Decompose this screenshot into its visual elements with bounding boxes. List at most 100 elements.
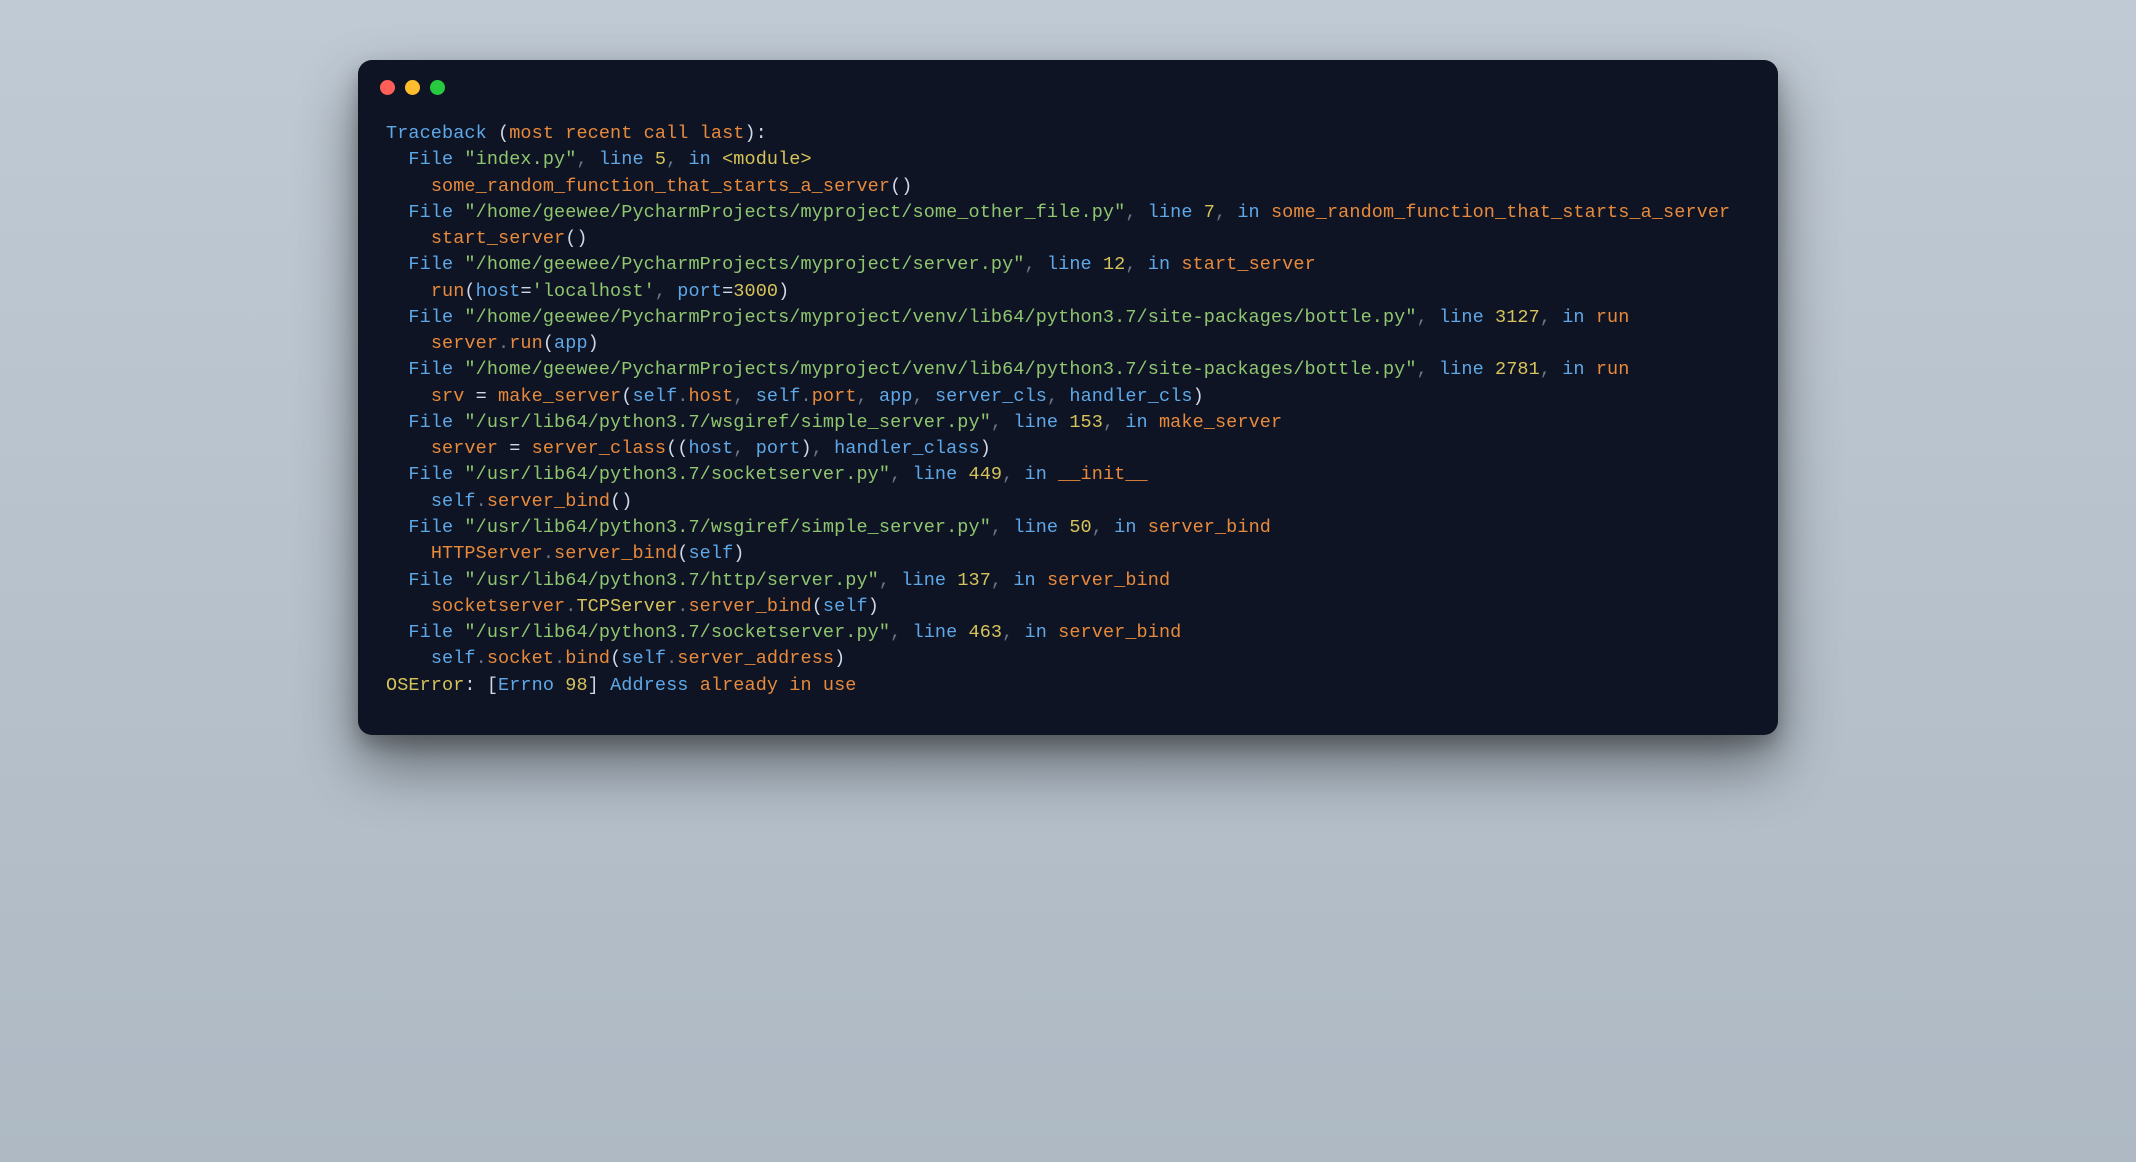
frame-in-label: in xyxy=(1013,570,1047,591)
code-token: 'localhost' xyxy=(532,281,655,302)
code-token: port xyxy=(812,386,857,407)
code-token: . xyxy=(543,543,554,564)
code-token: ) xyxy=(980,438,991,459)
code-token: . xyxy=(498,333,509,354)
frame-line-label: line xyxy=(913,464,969,485)
code-token: srv xyxy=(431,386,476,407)
frame-line-number: 153 xyxy=(1069,412,1103,433)
code-token: , xyxy=(1047,386,1069,407)
frame-location: run xyxy=(1596,307,1630,328)
code-token: ( xyxy=(610,648,621,669)
code-token: . xyxy=(801,386,812,407)
paren: ( xyxy=(498,123,509,144)
code-token: self xyxy=(431,648,476,669)
code-token: ( xyxy=(677,543,688,564)
frame-line-label: line xyxy=(599,149,655,170)
code-token: server_class xyxy=(532,438,666,459)
code-token: , xyxy=(733,386,755,407)
code-token: () xyxy=(610,491,632,512)
window-titlebar xyxy=(358,60,1778,103)
frame-line-label: line xyxy=(913,622,969,643)
comma: , xyxy=(1540,359,1562,380)
frame-location: <module> xyxy=(722,149,812,170)
terminal-window: Traceback (most recent call last): File … xyxy=(358,60,1778,735)
frame-line-number: 449 xyxy=(969,464,1003,485)
comma: , xyxy=(1215,202,1237,223)
frame-file-path: "/home/geewee/PycharmProjects/myproject/… xyxy=(464,254,1024,275)
frame-line-label: line xyxy=(1148,202,1204,223)
comma: , xyxy=(991,517,1013,538)
code-token: . xyxy=(565,596,576,617)
frame-line-label: line xyxy=(1013,412,1069,433)
frame-location: some_random_function_that_starts_a_serve… xyxy=(1271,202,1730,223)
frame-in-label: in xyxy=(1125,412,1159,433)
paren: ): xyxy=(744,123,766,144)
frame-in-label: in xyxy=(1114,517,1148,538)
maximize-icon[interactable] xyxy=(430,80,445,95)
code-token: app xyxy=(554,333,588,354)
frame-line-number: 50 xyxy=(1069,517,1091,538)
comma: , xyxy=(1125,254,1147,275)
comma: , xyxy=(890,464,912,485)
code-token: ) xyxy=(801,438,812,459)
frame-line-number: 5 xyxy=(655,149,666,170)
comma: , xyxy=(666,149,688,170)
frame-location: server_bind xyxy=(1058,622,1181,643)
frame-line-label: line xyxy=(1439,359,1495,380)
traceback-recent: most recent call last xyxy=(509,123,744,144)
code-token: self xyxy=(632,386,677,407)
code-token: host xyxy=(476,281,521,302)
code-token: HTTPServer xyxy=(431,543,543,564)
code-token: server_address xyxy=(677,648,834,669)
colon: : xyxy=(464,675,486,696)
code-token: host xyxy=(688,386,733,407)
code-token: port xyxy=(677,281,722,302)
code-token: self xyxy=(823,596,868,617)
code-token: handler_class xyxy=(834,438,980,459)
traceback-header: Traceback xyxy=(386,123,498,144)
comma: , xyxy=(1417,307,1439,328)
code-token: ) xyxy=(1193,386,1204,407)
code-token: start_server xyxy=(431,228,565,249)
code-token: TCPServer xyxy=(576,596,677,617)
frame-in-label: in xyxy=(1562,359,1596,380)
code-token: ) xyxy=(834,648,845,669)
code-token: ) xyxy=(778,281,789,302)
code-token: ) xyxy=(868,596,879,617)
frame-file-label: File xyxy=(408,622,464,643)
code-token: server xyxy=(431,333,498,354)
code-token: = xyxy=(509,438,531,459)
frame-file-path: "/usr/lib64/python3.7/http/server.py" xyxy=(464,570,878,591)
code-token: ( xyxy=(543,333,554,354)
comma: , xyxy=(1103,412,1125,433)
code-token: host xyxy=(688,438,733,459)
frame-file-path: "/usr/lib64/python3.7/socketserver.py" xyxy=(464,464,890,485)
frame-line-label: line xyxy=(1013,517,1069,538)
code-token: () xyxy=(890,176,912,197)
code-token: self xyxy=(688,543,733,564)
frame-line-number: 3127 xyxy=(1495,307,1540,328)
code-token: 3000 xyxy=(733,281,778,302)
comma: , xyxy=(1002,622,1024,643)
frame-location: make_server xyxy=(1159,412,1282,433)
code-token: ) xyxy=(733,543,744,564)
frame-line-label: line xyxy=(1047,254,1103,275)
frame-in-label: in xyxy=(1025,622,1059,643)
frame-file-label: File xyxy=(408,517,464,538)
frame-line-number: 7 xyxy=(1204,202,1215,223)
code-token: = xyxy=(722,281,733,302)
frame-file-label: File xyxy=(408,307,464,328)
close-icon[interactable] xyxy=(380,80,395,95)
code-token: ) xyxy=(588,333,599,354)
code-token: . xyxy=(677,386,688,407)
code-token: socketserver xyxy=(431,596,565,617)
bracket: ] xyxy=(588,675,610,696)
minimize-icon[interactable] xyxy=(405,80,420,95)
frame-file-label: File xyxy=(408,412,464,433)
code-token: server_bind xyxy=(554,543,677,564)
code-token: server_bind xyxy=(487,491,610,512)
frame-file-label: File xyxy=(408,202,464,223)
code-token: port xyxy=(756,438,801,459)
code-token: . xyxy=(554,648,565,669)
code-token: self xyxy=(621,648,666,669)
